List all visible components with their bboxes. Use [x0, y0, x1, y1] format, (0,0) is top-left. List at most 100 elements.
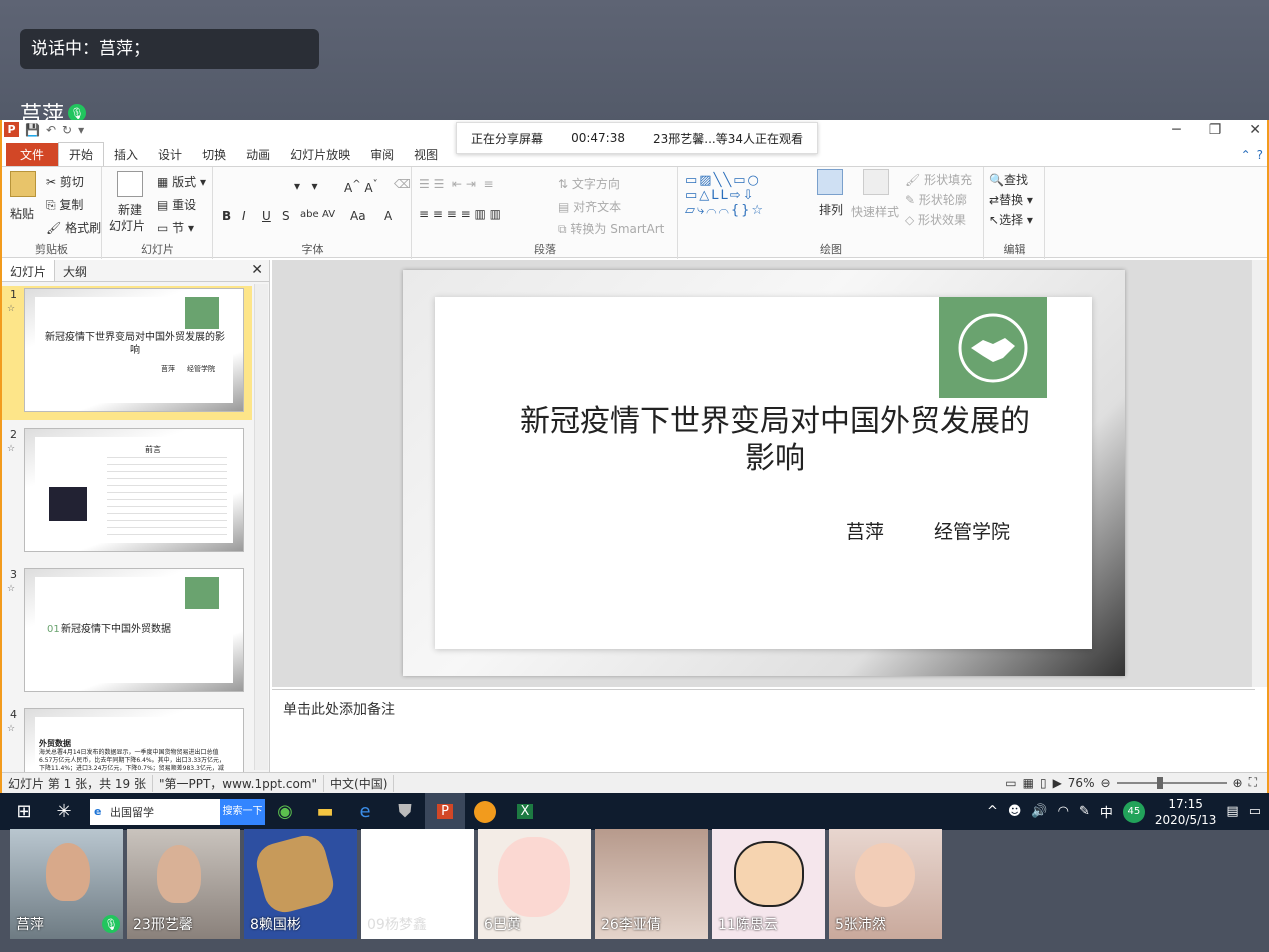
paste-button[interactable]: 粘贴	[10, 205, 34, 222]
tab-transitions[interactable]: 切换	[192, 143, 236, 166]
font-color-icon[interactable]: A	[384, 209, 392, 223]
file-explorer-icon[interactable]: ▬	[305, 793, 345, 830]
convert-smartart-button[interactable]: ⧉ 转换为 SmartArt	[558, 220, 664, 237]
underline-icon[interactable]: U	[262, 209, 271, 223]
slide-sorter-icon[interactable]: ▦	[1023, 776, 1034, 790]
tab-slideshow[interactable]: 幻灯片放映	[280, 143, 360, 166]
badge-counter[interactable]: 45	[1122, 800, 1145, 823]
alignment-icons[interactable]: ≡ ≡ ≡ ≡ ▥ ▥	[419, 207, 501, 221]
taskbar-search[interactable]: e 出国留学 搜索一下	[90, 798, 265, 825]
tab-view[interactable]: 视图	[404, 143, 448, 166]
clock[interactable]: 17:15 2020/5/13	[1155, 796, 1217, 828]
cortana-icon[interactable]: ✳	[44, 793, 84, 830]
replace-button[interactable]: ⇄替换 ▾	[989, 191, 1033, 208]
store-icon[interactable]: ⛊	[385, 793, 425, 830]
change-case-icon[interactable]: Aa	[350, 209, 366, 223]
new-slide-icon[interactable]	[117, 171, 143, 197]
bullets-icon[interactable]: ☰ ☰ ⇤ ⇥ ≡	[419, 177, 494, 191]
edge-icon[interactable]: e	[345, 793, 385, 830]
shape-fill-button[interactable]: 🖌 形状填充	[905, 171, 972, 188]
text-direction-button[interactable]: ⇅ 文字方向	[558, 175, 620, 192]
wifi-icon[interactable]: ◠	[1058, 804, 1069, 819]
slide-author[interactable]: 莒萍	[846, 517, 884, 544]
arrange-icon[interactable]	[817, 169, 843, 195]
ime-indicator[interactable]: 中	[1100, 802, 1113, 821]
participant-tile[interactable]: 8赖国彬	[244, 829, 357, 939]
slide-thumbnail-2[interactable]: 2 ☆ 前言	[2, 426, 252, 556]
shape-effects-button[interactable]: ◇ 形状效果	[905, 211, 966, 228]
new-slide-label-1[interactable]: 新建	[118, 201, 142, 218]
slide-scrollbar[interactable]	[1251, 260, 1267, 687]
tab-slides-pane[interactable]: 幻灯片	[2, 260, 56, 281]
notes-pane[interactable]: 单击此处添加备注	[272, 689, 1255, 771]
restore-icon[interactable]: ❐	[1209, 122, 1222, 138]
slide-thumbnail-4[interactable]: 4 ☆ 外贸数据 海关总署4月14日发布的数据显示，一季度中国货物贸易进出口总值…	[2, 706, 252, 772]
participant-tile[interactable]: 5张沛然	[829, 829, 942, 939]
current-slide[interactable]: 新冠疫情下世界变局对中国外贸发展的 影响 莒萍 经管学院	[403, 270, 1125, 676]
zoom-knob[interactable]	[1156, 776, 1163, 789]
new-slide-label-2[interactable]: 幻灯片	[109, 217, 145, 234]
pane-close-icon[interactable]: ✕	[251, 262, 263, 278]
volume-icon[interactable]: 🔊	[1031, 804, 1047, 819]
participant-tile[interactable]: 11陈思云	[712, 829, 825, 939]
help-icon[interactable]: ?	[1257, 148, 1263, 162]
slideshow-icon[interactable]: ▶	[1053, 776, 1062, 790]
tab-outline[interactable]: 大纲	[55, 260, 95, 281]
shadow-icon[interactable]: S	[282, 209, 290, 223]
participant-tile[interactable]: 23邢艺馨	[127, 829, 240, 939]
shape-outline-button[interactable]: ✎ 形状轮廓	[905, 191, 967, 208]
strikethrough-icon[interactable]: abe	[300, 209, 319, 220]
tab-file[interactable]: 文件	[6, 143, 59, 166]
quick-styles-button[interactable]: 快速样式	[851, 203, 899, 220]
layout-button[interactable]: ▦ 版式 ▾	[157, 173, 206, 190]
zoom-in-icon[interactable]: ⊕	[1233, 776, 1243, 790]
minimize-icon[interactable]: ─	[1172, 122, 1180, 138]
zoom-slider[interactable]	[1116, 776, 1227, 789]
excel-icon[interactable]: X	[505, 793, 545, 830]
find-button[interactable]: 🔍查找	[989, 171, 1028, 188]
action-center-icon[interactable]: ▭	[1249, 804, 1261, 819]
italic-icon[interactable]: I	[242, 209, 246, 223]
tab-home[interactable]: 开始	[58, 142, 105, 166]
reading-view-icon[interactable]: ▯	[1040, 776, 1047, 790]
taskbar-search-button[interactable]: 搜索一下	[220, 798, 265, 825]
font-size-dropdown[interactable]: ▾ ▾	[294, 179, 318, 193]
save-icon[interactable]: 💾	[25, 123, 40, 137]
customize-qat-icon[interactable]: ▾	[78, 123, 84, 137]
copy-button[interactable]: ⎘ 复制	[46, 196, 83, 213]
tray-app-icon[interactable]: ☻	[1008, 804, 1022, 819]
tab-design[interactable]: 设计	[148, 143, 192, 166]
slide-thumbnail-1[interactable]: 1 ☆ 新冠疫情下世界变局对中国外贸发展的影响 莒萍 经管学院	[2, 286, 252, 420]
redo-icon[interactable]: ↻	[62, 123, 72, 137]
browser-360-icon[interactable]: ◉	[265, 793, 305, 830]
tray-expand-icon[interactable]: ^	[987, 804, 998, 819]
meeting-app-icon[interactable]	[465, 793, 505, 830]
close-icon[interactable]: ✕	[1249, 122, 1261, 138]
fit-to-window-icon[interactable]: ⛶	[1249, 775, 1257, 790]
zoom-out-icon[interactable]: ⊖	[1100, 776, 1110, 790]
normal-view-icon[interactable]: ▭	[1005, 776, 1016, 790]
participant-tile[interactable]: 莒萍 🎙	[10, 829, 123, 939]
participant-tile[interactable]: 6巴黄	[478, 829, 591, 939]
char-spacing-icon[interactable]: AV	[322, 209, 335, 220]
grow-font-icon[interactable]: A^ A˅	[344, 179, 378, 195]
select-button[interactable]: ↖选择 ▾	[989, 211, 1033, 228]
section-button[interactable]: ▭ 节 ▾	[157, 219, 194, 236]
paste-icon[interactable]	[10, 171, 36, 197]
language-indicator[interactable]: 中文(中国)	[324, 774, 395, 792]
participant-tile[interactable]: 09杨梦鑫	[361, 829, 474, 939]
tab-review[interactable]: 审阅	[360, 143, 404, 166]
tab-insert[interactable]: 插入	[104, 143, 148, 166]
slide-thumbnail-3[interactable]: 3 ☆ 01 新冠疫情下中国外贸数据	[2, 566, 252, 696]
participant-tile[interactable]: 26李亚倩	[595, 829, 708, 939]
zoom-level[interactable]: 76%	[1068, 776, 1095, 790]
powerpoint-taskbar-icon[interactable]: P	[425, 793, 465, 830]
arrange-button[interactable]: 排列	[819, 201, 843, 218]
notes-tray-icon[interactable]: ▤	[1226, 804, 1238, 819]
format-painter-button[interactable]: 🖌 格式刷	[46, 219, 101, 236]
clear-format-icon[interactable]: ⌫	[394, 177, 411, 191]
pen-icon[interactable]: ✎	[1079, 804, 1090, 819]
shapes-gallery[interactable]: ▭▨╲╲▭○ ▭△ᒪᒪ⇨⇩ ▱⤷⌒⌒{}☆	[685, 173, 765, 218]
slides-pane-scrollbar[interactable]	[254, 284, 268, 770]
tab-animations[interactable]: 动画	[236, 143, 280, 166]
